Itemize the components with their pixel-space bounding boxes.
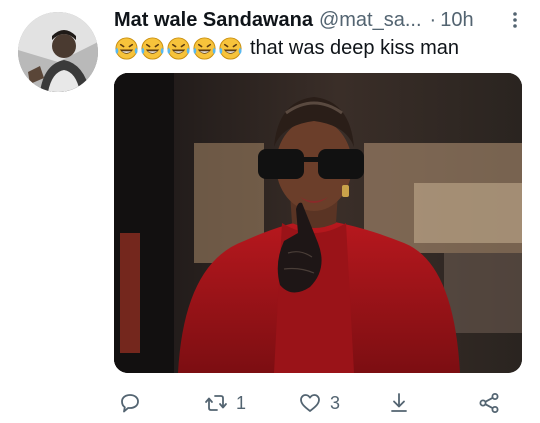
- download-icon: [391, 393, 407, 412]
- laughing-tears-emoji-icon: [141, 37, 164, 60]
- tweet-body-text: that was deep kiss man: [250, 37, 459, 59]
- like-icon: [300, 394, 320, 412]
- reply-icon: [121, 394, 139, 413]
- laughing-tears-emoji-icon: [115, 37, 138, 60]
- author-handle[interactable]: @mat_sa...: [319, 9, 422, 32]
- separator: ·: [429, 8, 437, 31]
- like-button[interactable]: 3: [298, 388, 340, 418]
- retweet-count: 1: [236, 392, 247, 413]
- like-count: 3: [330, 392, 341, 413]
- reply-button[interactable]: [118, 388, 150, 418]
- emoji-group: [114, 36, 244, 61]
- laughing-tears-emoji-icon: [219, 37, 242, 60]
- tweet-photo[interactable]: [114, 73, 522, 373]
- action-bar: 1 3: [114, 388, 514, 418]
- avatar[interactable]: [18, 12, 98, 92]
- laughing-tears-emoji-icon: [193, 37, 216, 60]
- laughing-tears-emoji-icon: [167, 37, 190, 60]
- tweet-header: Mat wale Sandawana @mat_sa... · 10h: [114, 8, 524, 32]
- photo-image: [114, 73, 522, 373]
- share-icon: [479, 393, 499, 413]
- timestamp[interactable]: 10h: [440, 9, 473, 32]
- author-name[interactable]: Mat wale Sandawana: [114, 9, 313, 32]
- more-vertical-icon[interactable]: [506, 10, 524, 30]
- retweet-button[interactable]: 1: [204, 388, 246, 418]
- share-button[interactable]: [477, 388, 501, 418]
- download-button[interactable]: [387, 388, 411, 418]
- tweet[interactable]: Mat wale Sandawana @mat_sa... · 10h that…: [0, 0, 540, 423]
- tweet-text: that was deep kiss man: [114, 36, 459, 61]
- retweet-icon: [205, 395, 227, 411]
- avatar-image: [18, 12, 98, 92]
